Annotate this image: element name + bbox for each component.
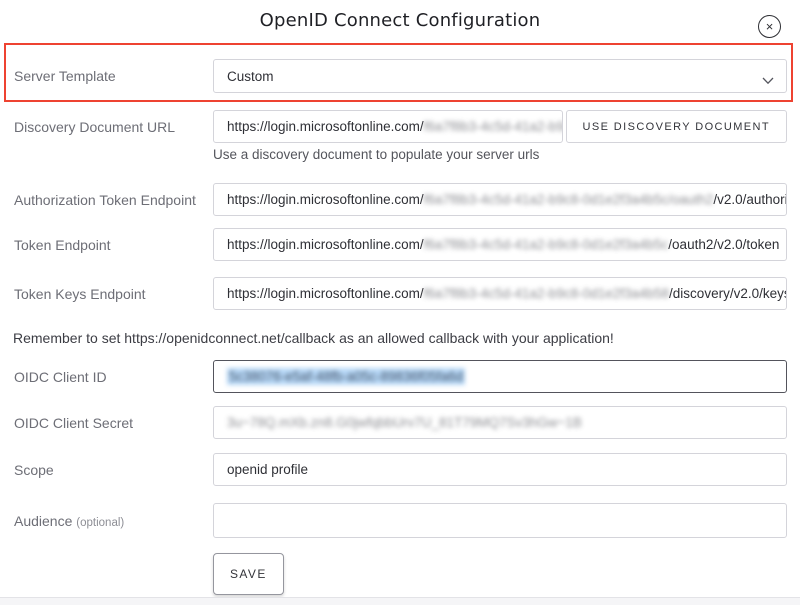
audience-optional-note: (optional) [76,517,124,529]
audience-input[interactable] [213,503,787,538]
authorization-endpoint-suffix: /v2.0/authorize [713,192,787,207]
dialog-title: OpenID Connect Configuration [0,10,800,31]
token-endpoint-input[interactable]: https://login.microsoftonline.com/f6a7f8… [213,228,787,261]
scope-label: Scope [14,462,213,478]
scope-row: Scope [0,453,800,486]
server-template-label: Server Template [14,68,213,84]
discovery-url-label: Discovery Document URL [14,119,213,135]
discovery-helper-text: Use a discovery document to populate you… [0,147,800,163]
discovery-url-prefix: https://login.microsoftonline.com/ [227,119,424,134]
discovery-url-input[interactable]: https://login.microsoftonline.com/f6a7f8… [213,110,563,143]
token-endpoint-label: Token Endpoint [14,237,213,253]
client-secret-input[interactable]: 3u~78Q.mXb.zn8.G0jwfqbbUrv7U_81T79MQ7Sv3… [213,406,787,439]
save-row: SAVE [0,553,800,595]
client-secret-row: OIDC Client Secret 3u~78Q.mXb.zn8.G0jwfq… [0,406,800,439]
server-template-selected-value: Custom [227,69,274,84]
authorization-endpoint-row: Authorization Token Endpoint https://log… [0,183,800,216]
dialog-header: OpenID Connect Configuration × [0,0,800,34]
token-endpoint-suffix: /oauth2/v2.0/token [668,237,779,252]
close-icon: × [766,20,774,33]
token-keys-endpoint-input[interactable]: https://login.microsoftonline.com/f6a7f8… [213,277,787,310]
chevron-down-icon [762,73,774,88]
close-button[interactable]: × [758,15,781,38]
client-secret-redacted: 3u~78Q.mXb.zn8.G0jwfqbbUrv7U_81T79MQ7Sv3… [227,415,582,430]
token-keys-endpoint-redacted: f6a7f8b3-4c5d-41a2-b9c8-0d1e2f3a4b58 [424,286,669,301]
token-endpoint-redacted: f6a7f8b3-4c5d-41a2-b9c8-0d1e2f3a4b5c [424,237,669,252]
client-secret-label: OIDC Client Secret [14,415,213,431]
discovery-url-redacted: f6a7f8b3-4c5d-41a2-b9c8-0d1e2f3a4b [424,119,563,134]
authorization-endpoint-prefix: https://login.microsoftonline.com/ [227,192,424,207]
client-id-input[interactable]: 5c38076-e5af-48fb-a05c-89836f05fa6d [213,360,787,393]
token-keys-endpoint-suffix: /discovery/v2.0/keys [669,286,787,301]
server-template-row: Server Template Custom [0,59,800,93]
token-keys-endpoint-row: Token Keys Endpoint https://login.micros… [0,277,800,310]
openid-config-dialog: OpenID Connect Configuration × Server Te… [0,0,800,605]
client-id-redacted-selected: 5c38076-e5af-48fb-a05c-89836f05fa6d [227,368,465,385]
client-id-label: OIDC Client ID [14,369,213,385]
scope-input[interactable] [213,453,787,486]
page-background-strip [0,597,800,605]
save-button[interactable]: SAVE [213,553,284,595]
use-discovery-document-button[interactable]: USE DISCOVERY DOCUMENT [566,110,787,143]
token-endpoint-row: Token Endpoint https://login.microsofton… [0,228,800,261]
discovery-url-row: Discovery Document URL https://login.mic… [0,110,800,143]
config-form: Server Template Custom Discovery Documen… [0,59,800,595]
client-id-row: OIDC Client ID 5c38076-e5af-48fb-a05c-89… [0,360,800,393]
token-keys-endpoint-prefix: https://login.microsoftonline.com/ [227,286,424,301]
authorization-endpoint-redacted: f6a7f8b3-4c5d-41a2-b9c8-0d1e2f3a4b5c/oau… [424,192,714,207]
server-template-select[interactable]: Custom [213,59,787,93]
callback-note: Remember to set https://openidconnect.ne… [0,330,800,347]
audience-row: Audience (optional) [0,503,800,538]
audience-label: Audience (optional) [14,513,213,529]
audience-label-text: Audience [14,513,72,529]
authorization-endpoint-input[interactable]: https://login.microsoftonline.com/f6a7f8… [213,183,787,216]
token-keys-endpoint-label: Token Keys Endpoint [14,286,213,302]
authorization-endpoint-label: Authorization Token Endpoint [14,192,213,208]
token-endpoint-prefix: https://login.microsoftonline.com/ [227,237,424,252]
